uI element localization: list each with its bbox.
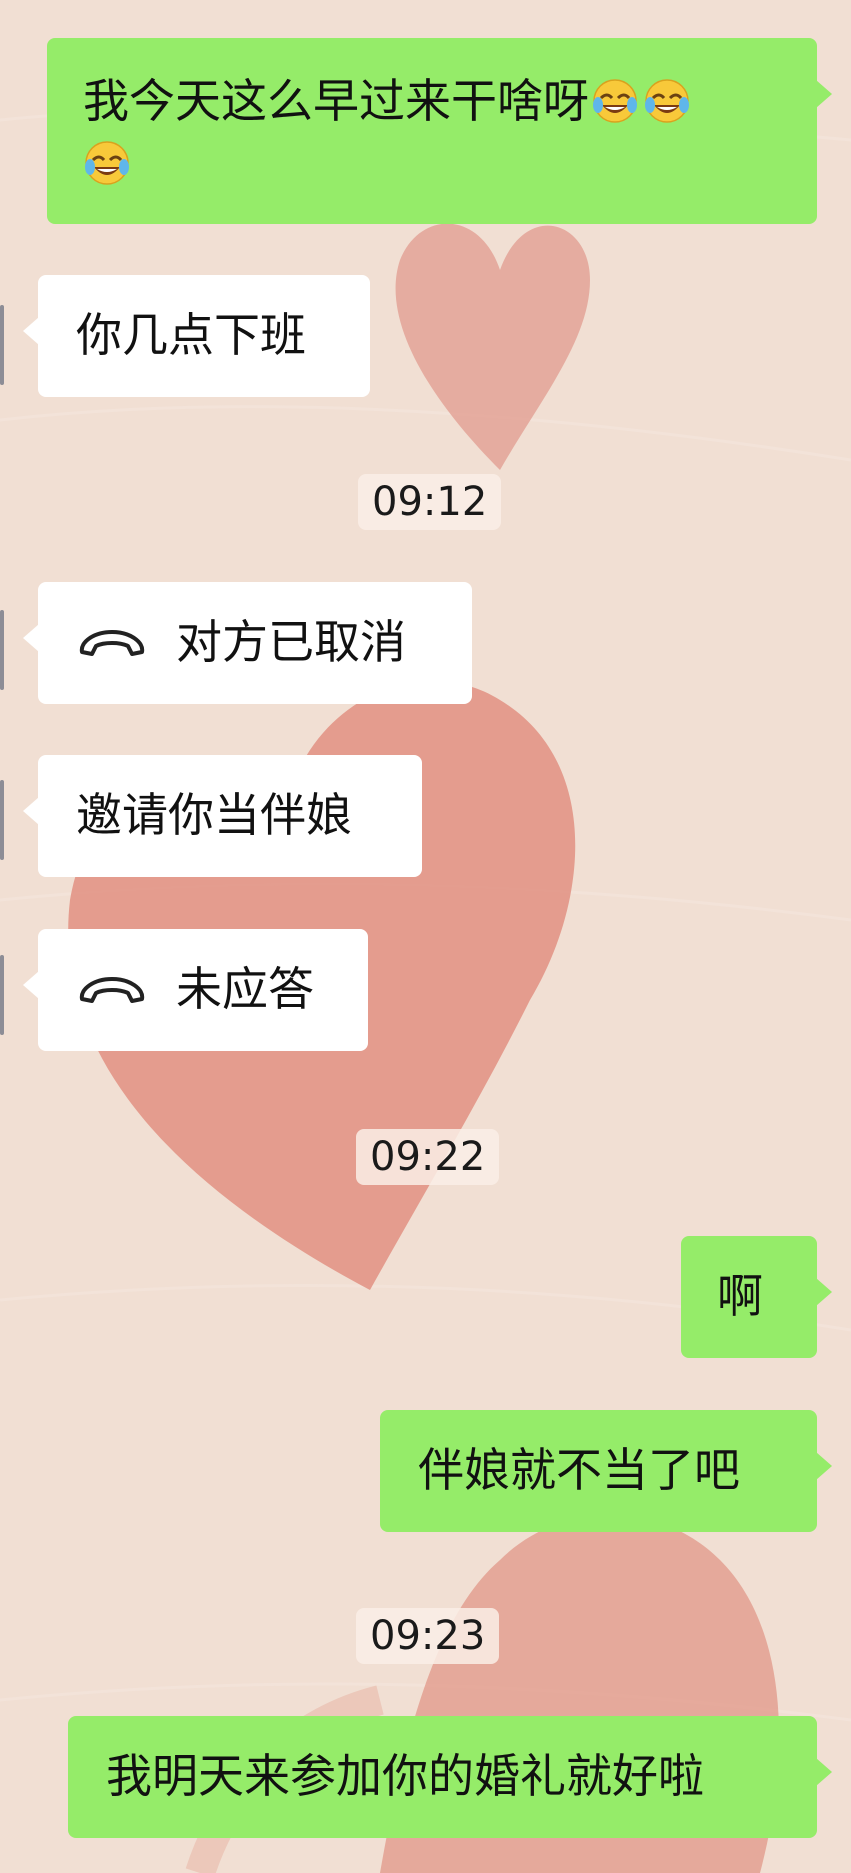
call-record-message[interactable]: 对方已取消 (23, 582, 472, 704)
outgoing-message[interactable]: 啊 (681, 1236, 832, 1358)
message-text: 我今天这么早过来干啥呀 (83, 74, 589, 128)
message-text: 你几点下班 (76, 308, 306, 362)
incoming-message[interactable]: 邀请你当伴娘 (23, 755, 422, 877)
timestamp: 09:22 (356, 1129, 500, 1185)
avatar-edge (0, 610, 4, 690)
message-text: 啊 (717, 1269, 763, 1323)
incoming-message[interactable]: 你几点下班 (23, 275, 370, 397)
face-with-tears-of-joy-emoji (83, 139, 131, 187)
face-with-tears-of-joy-emoji (643, 77, 691, 125)
message-text: 邀请你当伴娘 (76, 788, 352, 842)
phone-hangup-icon (76, 962, 148, 1003)
phone-hangup-icon (76, 615, 148, 656)
outgoing-message[interactable]: 我明天来参加你的婚礼就好啦 (68, 1716, 832, 1838)
avatar-edge (0, 305, 4, 385)
avatar-edge (0, 955, 4, 1035)
outgoing-message[interactable]: 我今天这么早过来干啥呀 (47, 38, 832, 224)
timestamp: 09:23 (356, 1608, 500, 1664)
message-text: 伴娘就不当了吧 (418, 1443, 740, 1497)
timestamp: 09:12 (358, 474, 502, 530)
face-with-tears-of-joy-emoji (591, 77, 639, 125)
message-text: 对方已取消 (176, 615, 406, 669)
message-text: 我明天来参加你的婚礼就好啦 (106, 1749, 704, 1803)
avatar-edge (0, 780, 4, 860)
call-record-message[interactable]: 未应答 (23, 929, 368, 1051)
outgoing-message[interactable]: 伴娘就不当了吧 (380, 1410, 832, 1532)
message-text: 未应答 (176, 962, 314, 1016)
